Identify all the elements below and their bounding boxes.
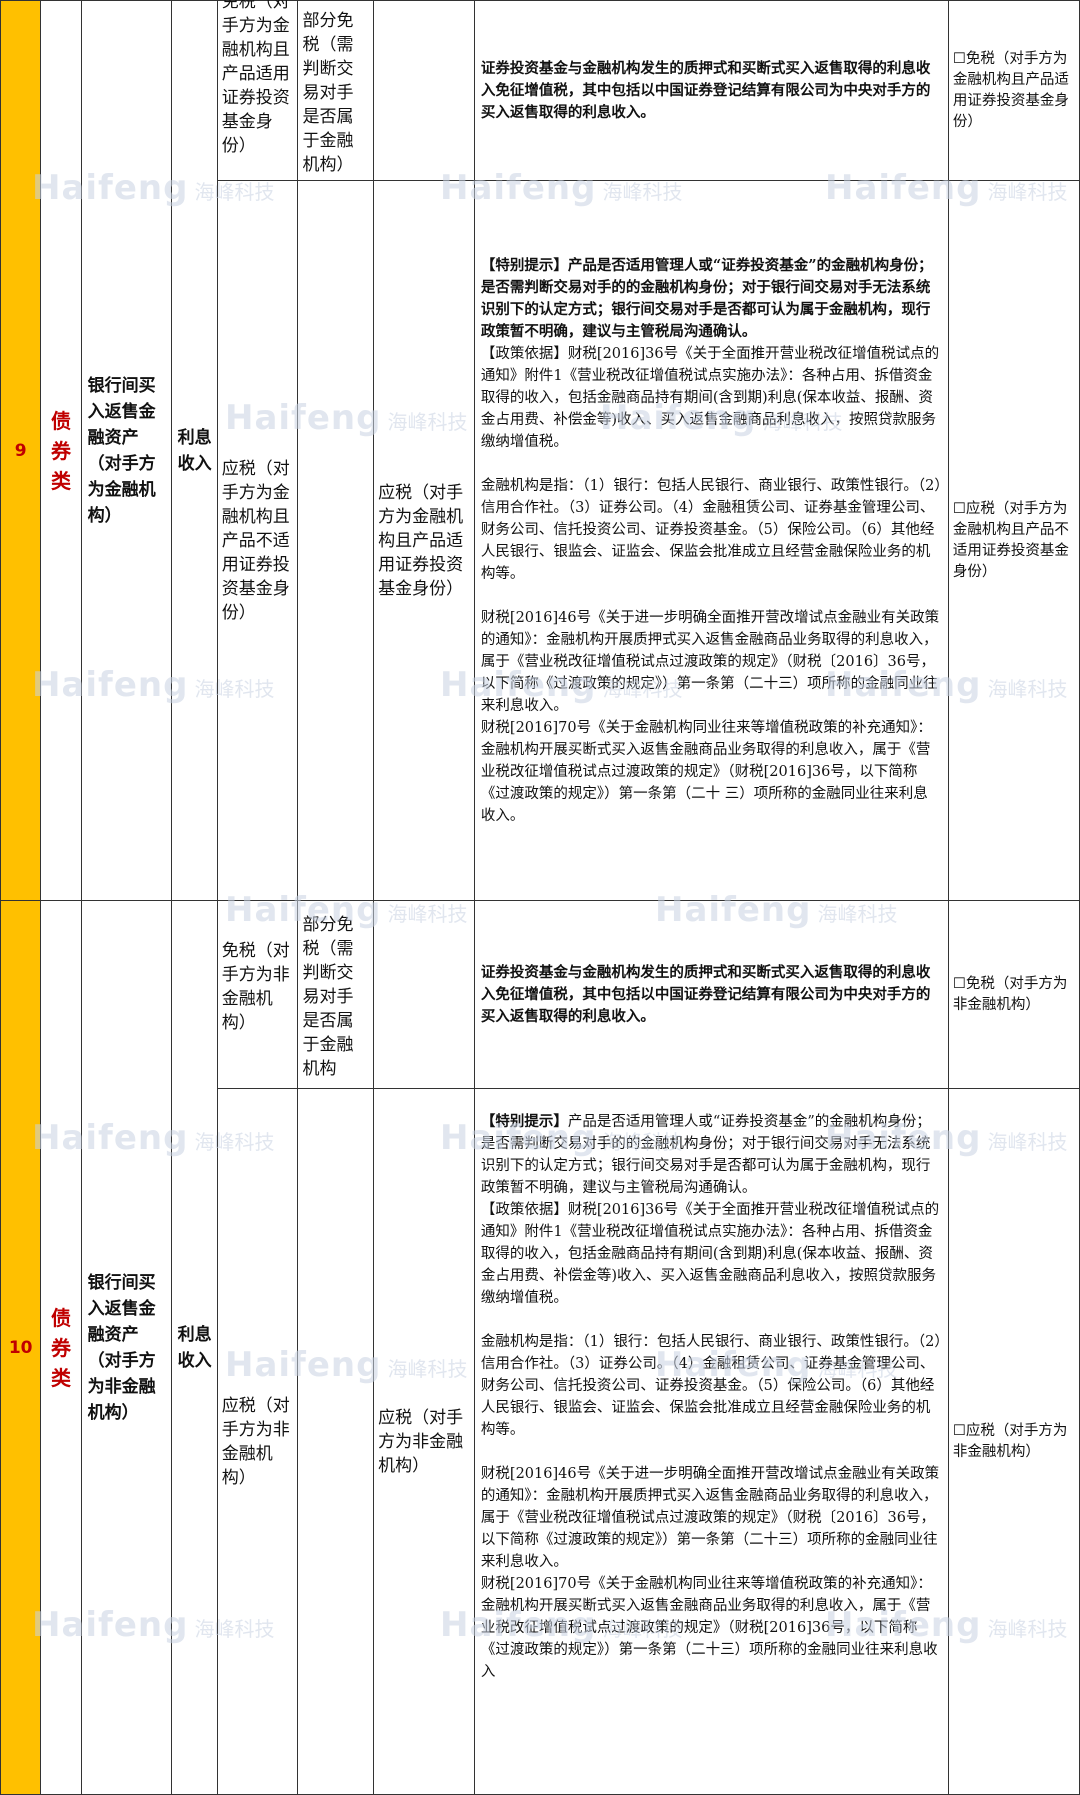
policy-cell: 【特别提示】产品是否适用管理人或“证券投资基金”的金融机构身份；是否需判断交易对… (473, 180, 949, 901)
option-cell: ☐免税（对手方为金融机构且产品适用证券投资基金身份） (947, 0, 1080, 181)
table-row: 9 债券类 银行间买入返售金融资产（对手方为金融机构） 利息收入 免税（对手方为… (0, 0, 1080, 901)
row-number: 10 (0, 900, 42, 1795)
option-cell: ☐应税（对手方为非金融机构） (947, 1088, 1080, 1795)
taxable-condition-cell (373, 0, 475, 181)
policy-cell: 证券投资基金与金融机构发生的质押式和买断式买入返售取得的利息收入免征增值税，其中… (473, 900, 949, 1089)
exemption-note-cell: 部分免税（需判断交易对手是否属于金融机构 (297, 900, 375, 1089)
institution-definition: 金融机构是指：（1）银行：包括人民银行、商业银行、政策性银行。（2）信用合作社。… (480, 1334, 942, 1438)
income-type-cell: 利息收入 (171, 900, 218, 1795)
tax-policy-table: 9 债券类 银行间买入返售金融资产（对手方为金融机构） 利息收入 免税（对手方为… (0, 0, 1080, 1795)
institution-definition: 金融机构是指：（1）银行：包括人民银行、商业银行、政策性银行。（2）信用合作社。… (480, 477, 942, 582)
option-cell: ☐免税（对手方为非金融机构） (947, 900, 1080, 1089)
doc-46: 财税[2016]46号《关于进一步明确全面推开营改增试点金融业有关政策的通知》：… (480, 1466, 940, 1570)
policy-cell: 证券投资基金与金融机构发生的质押式和买断式买入返售取得的利息收入免征增值税，其中… (473, 0, 949, 181)
tax-status-cell: 免税（对手方为金融机构且产品适用证券投资基金身份） (216, 0, 299, 181)
special-tip: 【特别提示】产品是否适用管理人或“证券投资基金”的金融机构身份；是否需判断交易对… (480, 1113, 931, 1196)
tax-status-cell: 应税（对手方为非金融机构） (216, 1088, 299, 1795)
taxable-condition-cell (373, 900, 475, 1089)
tax-status-text: 免税（对手方为金融机构且产品适用证券投资基金身份） (221, 0, 290, 156)
category-text: 债券类 (50, 1305, 71, 1390)
asset-name-cell: 银行间买入返售金融资产（对手方为金融机构） (80, 0, 173, 901)
exemption-note-text: 部分免税（需判断交易对手是否属于金融机构 (302, 915, 354, 1079)
table-row: 10 债券类 银行间买入返售金融资产（对手方为非金融机构） 利息收入 免税（对手… (0, 900, 1080, 1795)
doc-70: 财税[2016]70号《关于金融机构同业往来等增值税政策的补充通知》：金融机构开… (480, 719, 932, 824)
exemption-note-text: 部分免税（需判断交易对手是否属于金融机构） (302, 11, 354, 175)
exemption-note-cell (297, 1088, 375, 1795)
tax-status-text: 免税（对手方为非金融机构） (221, 941, 290, 1033)
tax-status-cell: 应税（对手方为金融机构且产品不适用证券投资基金身份） (216, 180, 299, 901)
policy-basis: 【政策依据】财税[2016]36号《关于全面推开营业税改征增值税试点的通知》附件… (480, 345, 940, 450)
taxable-condition-cell: 应税（对手方为非金融机构） (373, 1088, 475, 1795)
taxable-condition-cell: 应税（对手方为金融机构且产品适用证券投资基金身份） (373, 180, 475, 901)
policy-basis: 【政策依据】财税[2016]36号《关于全面推开营业税改征增值税试点的通知》附件… (480, 1202, 940, 1306)
category-text: 债券类 (50, 408, 71, 493)
category-cell: 债券类 (40, 900, 82, 1795)
income-type-cell: 利息收入 (171, 0, 218, 901)
row-number: 9 (0, 0, 42, 901)
option-cell: ☐应税（对手方为金融机构且产品不适用证券投资基金身份） (947, 180, 1080, 901)
tax-status-cell: 免税（对手方为非金融机构） (216, 900, 299, 1089)
doc-46: 财税[2016]46号《关于进一步明确全面推开营改增试点金融业有关政策的通知》：… (480, 609, 940, 714)
asset-name-cell: 银行间买入返售金融资产（对手方为非金融机构） (80, 900, 173, 1795)
special-tip: 【特别提示】产品是否适用管理人或“证券投资基金”的金融机构身份；是否需判断交易对… (480, 256, 933, 340)
exemption-note-cell (297, 180, 375, 901)
exemption-note-cell: 部分免税（需判断交易对手是否属于金融机构） (297, 0, 375, 181)
doc-70: 财税[2016]70号《关于金融机构同业往来等增值税政策的补充通知》：金融机构开… (480, 1576, 938, 1680)
policy-cell: 【特别提示】产品是否适用管理人或“证券投资基金”的金融机构身份；是否需判断交易对… (473, 1088, 949, 1795)
category-cell: 债券类 (40, 0, 82, 901)
